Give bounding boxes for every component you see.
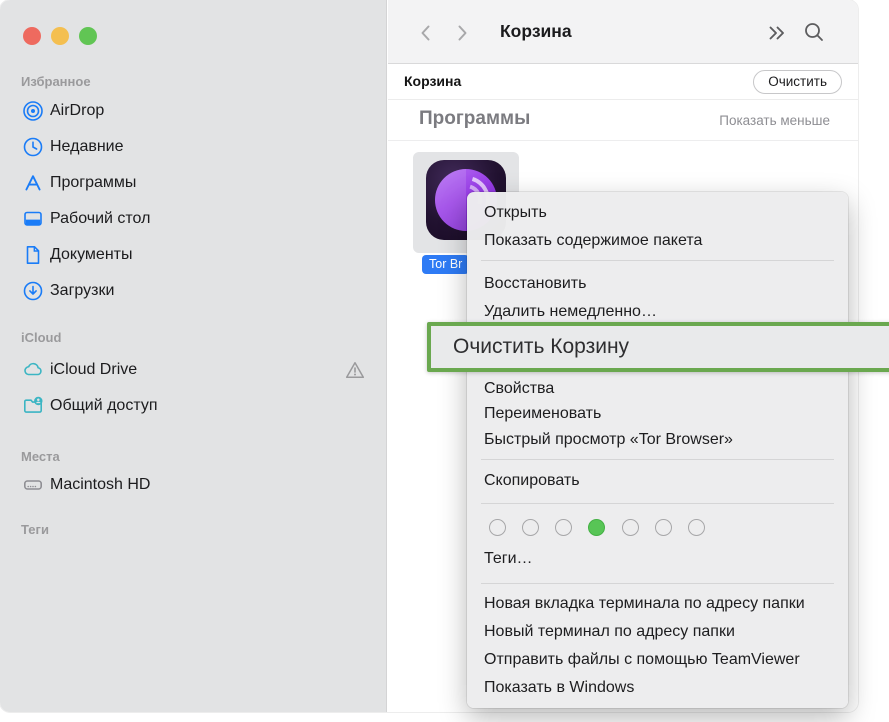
empty-trash-button[interactable]: Очистить: [753, 70, 842, 94]
sidebar-item-label: iCloud Drive: [50, 361, 137, 379]
sidebar-item-label: Недавние: [50, 138, 124, 156]
menu-item-show-in-windows[interactable]: Показать в Windows: [467, 674, 848, 702]
tag-color-1[interactable]: [489, 519, 506, 536]
menu-item-show-package-contents[interactable]: Показать содержимое пакета: [467, 227, 848, 255]
sidebar-item-label: Общий доступ: [50, 397, 158, 415]
sidebar-item-airdrop[interactable]: AirDrop: [13, 95, 378, 127]
sidebar-item-applications[interactable]: Программы: [13, 167, 378, 199]
desktop-icon: [22, 208, 44, 230]
sidebar-item-desktop[interactable]: Рабочий стол: [13, 203, 378, 235]
clock-icon: [22, 136, 44, 158]
sidebar-item-label: AirDrop: [50, 102, 104, 120]
menu-item-rename[interactable]: Переименовать: [467, 400, 848, 428]
sidebar-item-label: Рабочий стол: [50, 210, 150, 228]
menu-item-open[interactable]: Открыть: [467, 199, 848, 227]
minimize-window-button[interactable]: [51, 27, 69, 45]
sidebar-item-label: Загрузки: [50, 282, 114, 300]
trash-status-bar: Корзина Очистить: [388, 65, 858, 100]
sidebar-section-icloud: iCloud: [21, 330, 61, 345]
sidebar-section-favorites: Избранное: [21, 74, 91, 89]
menu-item-new-terminal-tab[interactable]: Новая вкладка терминала по адресу папки: [467, 590, 848, 618]
sidebar-item-label: Macintosh HD: [50, 476, 150, 494]
tag-color-4-green-selected[interactable]: [588, 519, 605, 536]
tag-color-6[interactable]: [655, 519, 672, 536]
menu-separator: [481, 260, 834, 261]
zoom-window-button[interactable]: [79, 27, 97, 45]
tag-color-row: [467, 514, 848, 542]
toolbar: Корзина: [388, 0, 858, 64]
group-title: Программы: [419, 108, 530, 130]
warning-icon: [344, 359, 366, 381]
cloud-icon: [22, 359, 44, 381]
menu-item-quick-look[interactable]: Быстрый просмотр «Tor Browser»: [467, 426, 848, 454]
menu-item-send-teamviewer[interactable]: Отправить файлы с помощью TeamViewer: [467, 646, 848, 674]
forward-button[interactable]: [452, 23, 472, 43]
show-less-link[interactable]: Показать меньше: [719, 113, 830, 128]
sidebar-item-macintosh-hd[interactable]: Macintosh HD: [13, 469, 378, 501]
downloads-icon: [22, 280, 44, 302]
sidebar-item-recents[interactable]: Недавние: [13, 131, 378, 163]
back-button[interactable]: [416, 23, 436, 43]
sidebar-item-documents[interactable]: Документы: [13, 239, 378, 271]
shared-folder-icon: [22, 395, 44, 417]
context-menu: Открыть Показать содержимое пакета Восст…: [467, 192, 848, 708]
menu-item-copy[interactable]: Скопировать: [467, 467, 848, 495]
applications-icon: [22, 172, 44, 194]
toolbar-overflow-icon[interactable]: [766, 22, 788, 44]
tag-color-7[interactable]: [688, 519, 705, 536]
menu-item-tags[interactable]: Теги…: [467, 545, 848, 573]
annotation-highlight-box: Очистить Корзину: [427, 322, 889, 372]
tag-color-3[interactable]: [555, 519, 572, 536]
tag-color-2[interactable]: [522, 519, 539, 536]
menu-item-get-info[interactable]: Свойства: [467, 375, 848, 403]
tag-color-5[interactable]: [622, 519, 639, 536]
sidebar-item-label: Программы: [50, 174, 136, 192]
menu-item-restore[interactable]: Восстановить: [467, 270, 848, 298]
file-name-label[interactable]: Tor Br: [422, 255, 469, 274]
sidebar: Избранное AirDrop Недавние Программы: [0, 0, 387, 712]
sidebar-item-label: Документы: [50, 246, 132, 264]
hard-drive-icon: [22, 474, 44, 496]
close-window-button[interactable]: [23, 27, 41, 45]
sidebar-item-downloads[interactable]: Загрузки: [13, 275, 378, 307]
menu-separator: [481, 583, 834, 584]
group-header-row: Программы Показать меньше: [388, 100, 858, 141]
menu-separator: [481, 459, 834, 460]
annotation-label[interactable]: Очистить Корзину: [453, 335, 629, 359]
sidebar-item-icloud-drive[interactable]: iCloud Drive: [13, 354, 378, 386]
sidebar-section-tags: Теги: [21, 522, 49, 537]
location-label: Корзина: [404, 73, 461, 89]
menu-item-new-terminal[interactable]: Новый терминал по адресу папки: [467, 618, 848, 646]
search-icon[interactable]: [803, 21, 825, 43]
sidebar-item-shared[interactable]: Общий доступ: [13, 390, 378, 422]
menu-separator: [481, 503, 834, 504]
window-title: Корзина: [500, 21, 572, 42]
airdrop-icon: [22, 100, 44, 122]
document-icon: [22, 244, 44, 266]
screenshot-stage: Избранное AirDrop Недавние Программы: [0, 0, 889, 722]
sidebar-section-places: Места: [21, 449, 60, 464]
